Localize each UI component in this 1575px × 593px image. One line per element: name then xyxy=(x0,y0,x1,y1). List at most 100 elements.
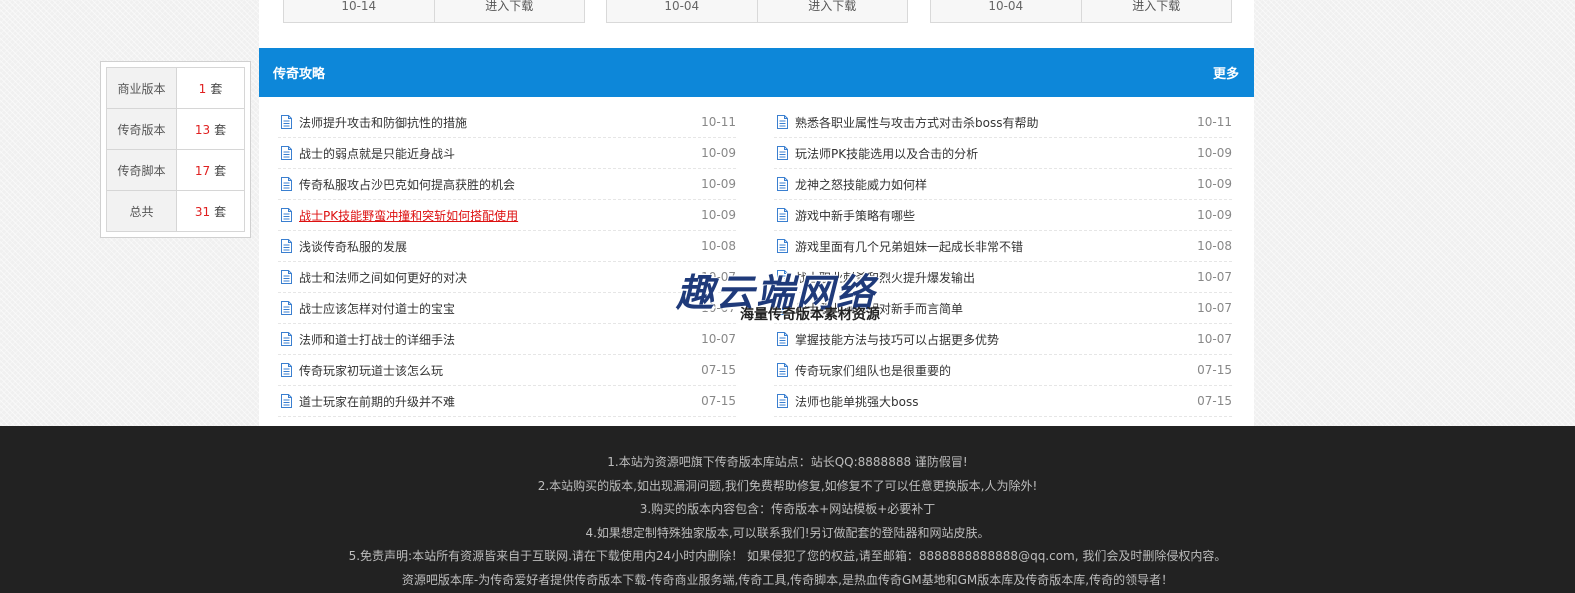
document-icon xyxy=(281,301,292,315)
footer-line: 1.本站为资源吧旗下传奇版本库站点：站长QQ:8888888 谨防假冒! xyxy=(607,455,968,469)
footer-line: 2.本站购买的版本,如出现漏洞问题,我们免费帮助修复,如修复不了可以任意更换版本… xyxy=(537,478,1038,493)
document-icon xyxy=(777,394,788,408)
article-title-link[interactable]: 掌握技能方法与技巧可以占据更多优势 xyxy=(795,331,1192,348)
article-title-link[interactable]: 战士应该怎样对付道士的宝宝 xyxy=(299,300,696,317)
article-title-link[interactable]: 游戏里面有几个兄弟姐妹一起成长非常不错 xyxy=(795,238,1192,255)
article-row: 法师提升攻击和防御抗性的措施 10-11 xyxy=(278,107,736,138)
version-stats-box: 商业版本 1套 传奇版本 13 套 传奇脚本 17 套 总共 31 套 xyxy=(100,61,251,238)
download-card: 10-04 进入下载 xyxy=(606,0,908,23)
article-date: 10-07 xyxy=(1197,332,1232,346)
article-date: 10-09 xyxy=(701,146,736,160)
article-row: 战士的弱点就是只能近身战斗 10-09 xyxy=(278,138,736,169)
article-title-link[interactable]: 游戏中新手策略有哪些 xyxy=(795,207,1192,224)
article-title-link[interactable]: 传奇玩家初玩道士该怎么玩 xyxy=(299,362,696,379)
footer-line: 3.购买的版本内容包含：传奇版本+网站模板+必要补丁 xyxy=(639,502,936,517)
article-title-link[interactable]: 熟悉各职业属性与攻击方式对击杀boss有帮助 xyxy=(795,114,1192,131)
article-title-link[interactable]: 战士PK技能野蛮冲撞和突斩如何搭配使用 xyxy=(299,207,696,224)
article-row: 游戏中新手策略有哪些 10-09 xyxy=(774,200,1232,231)
stats-row: 传奇版本 13 套 xyxy=(106,108,245,150)
download-button[interactable]: 进入下载 xyxy=(435,0,585,22)
more-link[interactable]: 更多 xyxy=(1213,63,1239,82)
stats-value: 31 套 xyxy=(176,190,245,232)
download-button[interactable]: 进入下载 xyxy=(758,0,908,22)
article-date: 10-07 xyxy=(701,332,736,346)
document-icon xyxy=(777,115,788,129)
stats-row: 总共 31 套 xyxy=(106,190,245,232)
article-date: 10-11 xyxy=(1197,115,1232,129)
stats-label: 商业版本 xyxy=(106,67,177,109)
footer-line: 资源吧版本库-为传奇爱好者提供传奇版本下载-传奇商业服务端,传奇工具,传奇脚本,… xyxy=(401,572,1174,587)
document-icon xyxy=(281,146,292,160)
article-row: 法师和道士打战士的详细手法 10-07 xyxy=(278,324,736,355)
article-date: 07-15 xyxy=(1197,363,1232,377)
stats-value: 1套 xyxy=(176,67,245,109)
article-date: 10-09 xyxy=(1197,208,1232,222)
article-row: 战士应该怎样对付道士的宝宝 10-07 xyxy=(278,293,736,324)
article-date: 07-15 xyxy=(701,363,736,377)
stats-label: 传奇版本 xyxy=(106,108,177,150)
article-title-link[interactable]: 传奇玩家们组队也是很重要的 xyxy=(795,362,1192,379)
stats-row: 传奇脚本 17 套 xyxy=(106,149,245,191)
article-row: 游戏里面有几个兄弟姐妹一起成长非常不错 10-08 xyxy=(774,231,1232,262)
article-date: 10-09 xyxy=(1197,146,1232,160)
document-icon xyxy=(777,177,788,191)
article-date: 10-11 xyxy=(701,115,736,129)
document-icon xyxy=(281,239,292,253)
footer-line: 5.免责声明:本站所有资源皆来自于互联网.请在下载使用内24小时内删除！ 如果侵… xyxy=(348,549,1227,564)
document-icon xyxy=(777,146,788,160)
stats-count: 13 xyxy=(194,122,211,137)
document-icon xyxy=(777,208,788,222)
stats-label: 传奇脚本 xyxy=(106,149,177,191)
article-title-link[interactable]: 法师提升攻击和防御抗性的措施 xyxy=(299,114,696,131)
guide-panel: 传奇攻略 更多 法师提升攻击和防御抗性的措施 10-11 战士的弱点就是只能近身战斗… xyxy=(259,48,1254,426)
stats-unit: 套 xyxy=(214,163,227,178)
article-title-link[interactable]: 道士玩家在前期的升级并不难 xyxy=(299,393,696,410)
article-date: 07-15 xyxy=(1197,394,1232,408)
site-footer: 1.本站为资源吧旗下传奇版本库站点：站长QQ:8888888 谨防假冒! 2.本… xyxy=(0,426,1575,593)
article-title-link[interactable]: 传奇私服攻占沙巴克如何提高获胜的机会 xyxy=(299,176,696,193)
document-icon xyxy=(281,115,292,129)
panel-title: 传奇攻略 xyxy=(273,67,326,82)
article-row: 龙神之怒技能威力如何样 10-09 xyxy=(774,169,1232,200)
article-row: 战士PK技能野蛮冲撞和突斩如何搭配使用 10-09 xyxy=(278,200,736,231)
article-row: 道士玩家在前期的升级并不难 07-15 xyxy=(278,386,736,417)
article-title-link[interactable]: 战士和法师之间如何更好的对决 xyxy=(299,269,696,286)
article-date: 10-09 xyxy=(701,177,736,191)
stats-label: 总共 xyxy=(106,190,177,232)
panel-header: 传奇攻略 更多 xyxy=(259,48,1254,97)
article-title-link[interactable]: 浅谈传奇私服的发展 xyxy=(299,238,696,255)
stats-row: 商业版本 1套 xyxy=(106,67,245,109)
document-icon xyxy=(281,394,292,408)
stats-unit: 套 xyxy=(214,122,227,137)
article-row: 传奇私服攻占沙巴克如何提高获胜的机会 10-09 xyxy=(278,169,736,200)
article-date: 07-15 xyxy=(701,394,736,408)
document-icon xyxy=(281,363,292,377)
stats-value: 13 套 xyxy=(176,108,245,150)
stats-unit: 套 xyxy=(214,204,227,219)
article-row: 战士和法师之间如何更好的对决 10-07 xyxy=(278,262,736,293)
article-title-link[interactable]: 战士的弱点就是只能近身战斗 xyxy=(299,145,696,162)
footer-line: 4.如果想定制特殊独家版本,可以联系我们!另订做配套的登陆器和网站皮肤。 xyxy=(585,525,990,540)
document-icon xyxy=(281,177,292,191)
stats-value: 17 套 xyxy=(176,149,245,191)
article-list-left: 法师提升攻击和防御抗性的措施 10-11 战士的弱点就是只能近身战斗 10-09 传奇私… xyxy=(278,107,736,417)
article-title-link[interactable]: 龙神之怒技能威力如何样 xyxy=(795,176,1192,193)
top-download-cards: 10-14 进入下载 10-04 进入下载 10-04 进入下载 xyxy=(259,0,1254,48)
article-date: 10-09 xyxy=(701,208,736,222)
card-date: 10-04 xyxy=(607,0,758,22)
version-stats-table: 商业版本 1套 传奇版本 13 套 传奇脚本 17 套 总共 31 套 xyxy=(106,67,245,232)
article-date: 10-08 xyxy=(1197,239,1232,253)
article-title-link[interactable]: 法师和道士打战士的详细手法 xyxy=(299,331,696,348)
watermark-subtitle: 海量传奇版本素材资源 xyxy=(740,307,880,323)
download-button[interactable]: 进入下载 xyxy=(1082,0,1232,22)
article-title-link[interactable]: 玩法师PK技能选用以及合击的分析 xyxy=(795,145,1192,162)
download-card: 10-04 进入下载 xyxy=(930,0,1232,23)
document-icon xyxy=(281,332,292,346)
document-icon xyxy=(281,270,292,284)
stats-count: 17 xyxy=(194,163,211,178)
article-row: 传奇玩家初玩道士该怎么玩 07-15 xyxy=(278,355,736,386)
article-row: 玩法师PK技能选用以及合击的分析 10-09 xyxy=(774,138,1232,169)
article-row: 浅谈传奇私服的发展 10-08 xyxy=(278,231,736,262)
article-date: 10-07 xyxy=(1197,270,1232,284)
article-title-link[interactable]: 法师也能单挑强大boss xyxy=(795,393,1192,410)
